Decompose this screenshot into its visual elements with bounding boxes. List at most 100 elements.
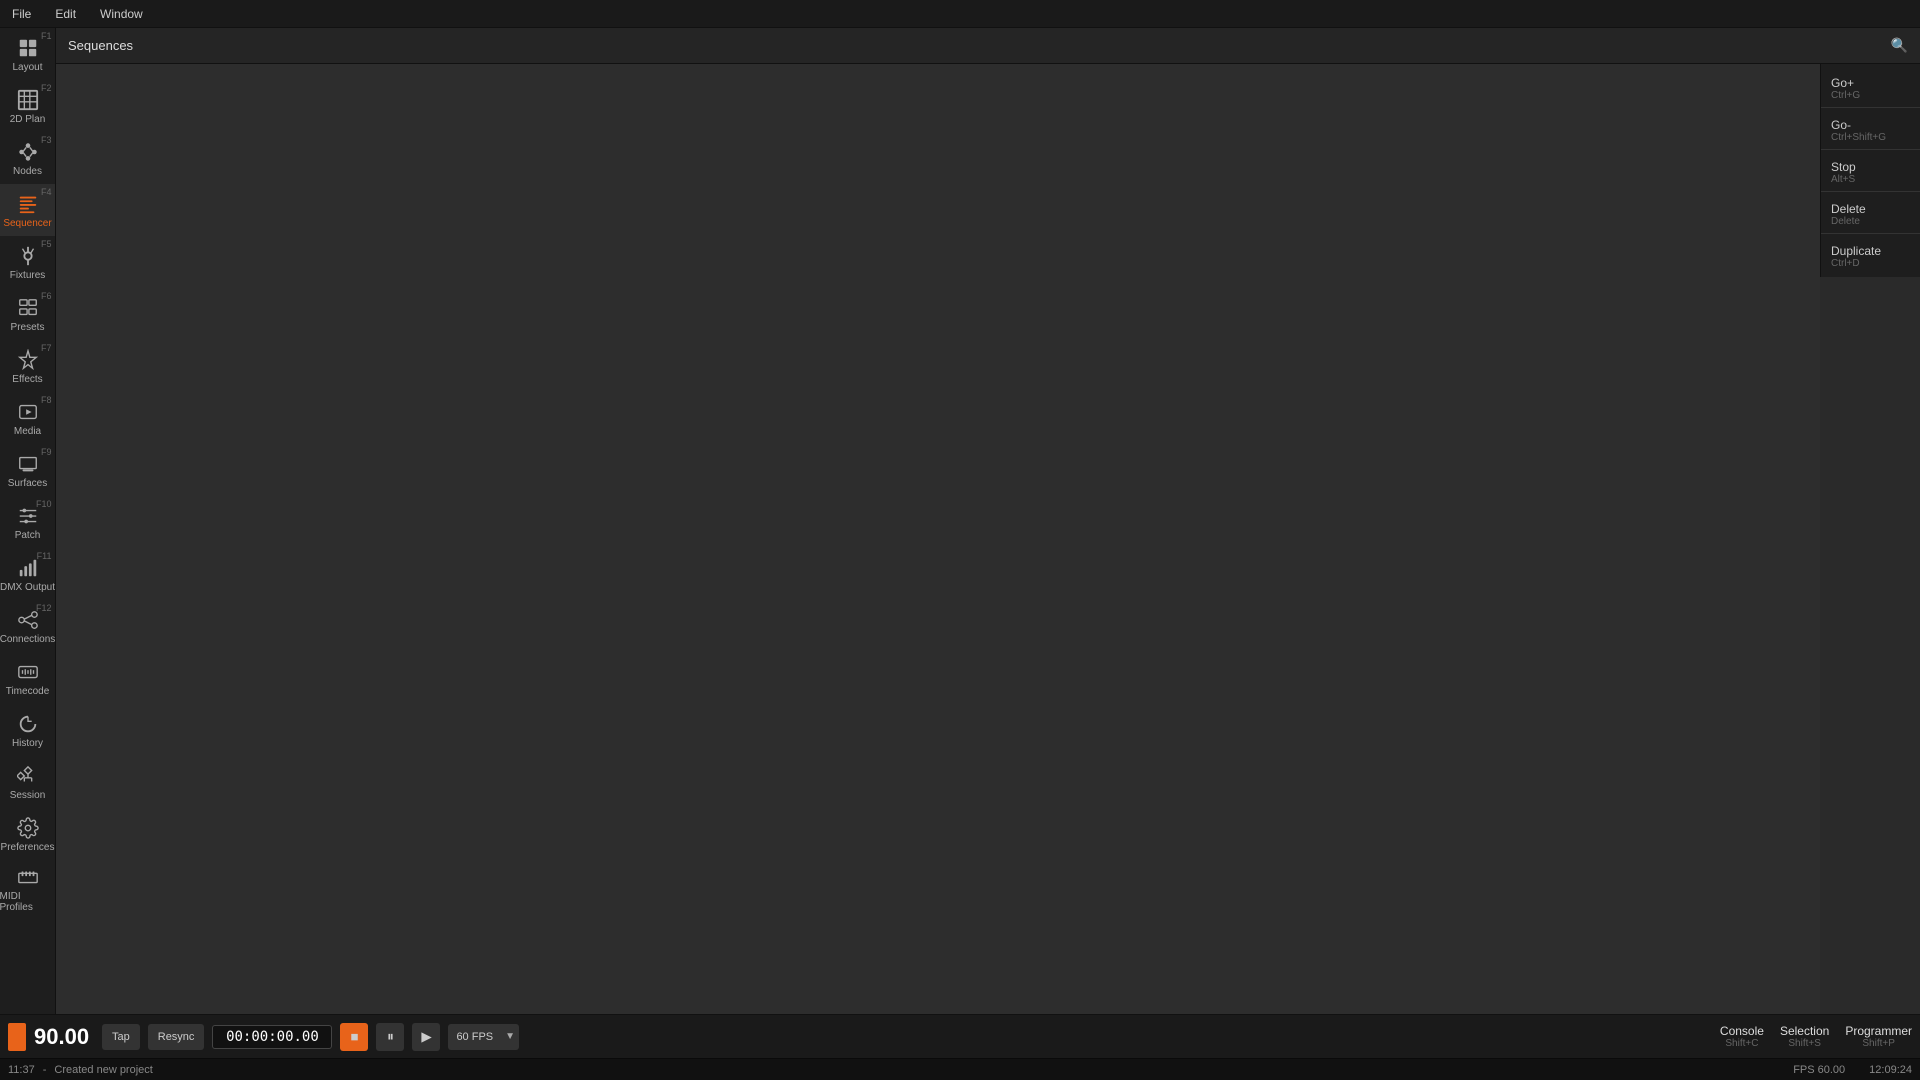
sidebar-item-patch[interactable]: F10 Patch — [0, 496, 56, 548]
divider — [1821, 233, 1920, 234]
programmer-mode-shortcut: Shift+P — [1862, 1038, 1895, 1049]
action-go-plus-label: Go+ — [1831, 76, 1910, 90]
pause-button[interactable]: ⏸ — [376, 1023, 404, 1051]
sidebar-label-nodes: Nodes — [13, 166, 42, 177]
status-time: 11:37 — [8, 1064, 35, 1076]
fkey-label: F3 — [41, 135, 52, 145]
sidebar-label-2dplan: 2D Plan — [10, 114, 46, 125]
menu-window[interactable]: Window — [96, 5, 147, 23]
action-duplicate-label: Duplicate — [1831, 244, 1910, 258]
status-separator: - — [43, 1064, 47, 1076]
sidebar-item-dmx[interactable]: F11 DMX Output — [0, 548, 56, 600]
mode-console[interactable]: Console Shift+C — [1720, 1024, 1764, 1049]
fps-dropdown-btn[interactable]: ▼ — [501, 1031, 519, 1042]
nodes-icon — [17, 141, 39, 163]
action-go-plus[interactable]: Go+ Ctrl+G — [1821, 68, 1920, 105]
sidebar-label-connections: Connections — [0, 634, 55, 645]
sidebar-item-history[interactable]: History — [0, 704, 56, 756]
sidebar-label-patch: Patch — [15, 530, 41, 541]
action-go-minus[interactable]: Go- Ctrl+Shift+G — [1821, 110, 1920, 147]
stop-icon: ■ — [350, 1029, 358, 1044]
fkey-label: F1 — [41, 31, 52, 41]
main-content — [56, 64, 1820, 1036]
sidebar-label-surfaces: Surfaces — [8, 478, 47, 489]
sidebar-item-preferences[interactable]: Preferences — [0, 808, 56, 860]
action-go-plus-shortcut: Ctrl+G — [1831, 90, 1910, 101]
fkey-label: F7 — [41, 343, 52, 353]
clock-status: 12:09:24 — [1869, 1064, 1912, 1076]
play-button[interactable]: ▶ — [412, 1023, 440, 1051]
sidebar-label-history: History — [12, 738, 43, 749]
transport-bar: 90.00 Tap Resync 00:00:00.00 ■ ⏸ ▶ 60 FP… — [0, 1014, 1920, 1058]
sidebar-item-nodes[interactable]: F3 Nodes — [0, 132, 56, 184]
fkey-label: F5 — [41, 239, 52, 249]
right-panel: Go+ Ctrl+G Go- Ctrl+Shift+G Stop Alt+S D… — [1820, 64, 1920, 277]
sidebar-item-2dplan[interactable]: F2 2D Plan — [0, 80, 56, 132]
divider — [1821, 149, 1920, 150]
action-duplicate[interactable]: Duplicate Ctrl+D — [1821, 236, 1920, 273]
stop-button[interactable]: ■ — [340, 1023, 368, 1051]
action-stop-label: Stop — [1831, 160, 1910, 174]
fkey-label: F9 — [41, 447, 52, 457]
sidebar-item-surfaces[interactable]: F9 Surfaces — [0, 444, 56, 496]
resync-button[interactable]: Resync — [148, 1024, 205, 1050]
sidebar-label-sequencer: Sequencer — [3, 218, 51, 229]
action-stop-shortcut: Alt+S — [1831, 174, 1910, 185]
bpm-value: 90.00 — [34, 1024, 94, 1050]
sidebar-item-presets[interactable]: F6 Presets — [0, 288, 56, 340]
sidebar-item-sequencer[interactable]: F4 Sequencer — [0, 184, 56, 236]
action-delete[interactable]: Delete Delete — [1821, 194, 1920, 231]
fkey-label: F6 — [41, 291, 52, 301]
surfaces-icon — [17, 453, 39, 475]
preferences-icon — [17, 817, 39, 839]
bpm-indicator — [8, 1023, 26, 1051]
sidebar-label-preferences: Preferences — [1, 842, 55, 853]
sidebar-item-layout[interactable]: F1 Layout — [0, 28, 56, 80]
fkey-label: F12 — [36, 603, 52, 613]
console-mode-shortcut: Shift+C — [1725, 1038, 1758, 1049]
sidebar-label-layout: Layout — [12, 62, 42, 73]
menu-file[interactable]: File — [8, 5, 35, 23]
layout-icon — [17, 37, 39, 59]
action-go-minus-shortcut: Ctrl+Shift+G — [1831, 132, 1910, 143]
fkey-label: F10 — [36, 499, 52, 509]
midi-icon — [17, 866, 39, 888]
sidebar-label-presets: Presets — [11, 322, 45, 333]
media-icon — [17, 401, 39, 423]
fixtures-icon — [17, 245, 39, 267]
sidebar-label-effects: Effects — [12, 374, 42, 385]
action-go-minus-label: Go- — [1831, 118, 1910, 132]
sidebar-item-timecode[interactable]: Timecode — [0, 652, 56, 704]
timecode-display: 00:00:00.00 — [212, 1025, 332, 1049]
statusbar: 11:37 - Created new project FPS 60.00 12… — [0, 1058, 1920, 1080]
sidebar-item-effects[interactable]: F7 Effects — [0, 340, 56, 392]
selection-mode-label: Selection — [1780, 1024, 1829, 1038]
toolbar: Sequences 🔍 — [56, 28, 1920, 64]
divider — [1821, 191, 1920, 192]
fps-status: FPS 60.00 — [1793, 1064, 1845, 1076]
mode-selection[interactable]: Selection Shift+S — [1780, 1024, 1829, 1049]
sidebar-item-fixtures[interactable]: F5 Fixtures — [0, 236, 56, 288]
sidebar-label-midi: MIDI Profiles — [0, 891, 56, 913]
sidebar-item-media[interactable]: F8 Media — [0, 392, 56, 444]
fkey-label: F8 — [41, 395, 52, 405]
menu-edit[interactable]: Edit — [51, 5, 80, 23]
mode-programmer[interactable]: Programmer Shift+P — [1845, 1024, 1912, 1049]
transport-modes: Console Shift+C Selection Shift+S Progra… — [1720, 1024, 1912, 1049]
search-icon[interactable]: 🔍 — [1891, 37, 1908, 54]
fkey-label: F4 — [41, 187, 52, 197]
action-stop[interactable]: Stop Alt+S — [1821, 152, 1920, 189]
selection-mode-shortcut: Shift+S — [1788, 1038, 1821, 1049]
divider — [1821, 107, 1920, 108]
action-duplicate-shortcut: Ctrl+D — [1831, 258, 1910, 269]
sidebar-item-session[interactable]: Session — [0, 756, 56, 808]
sidebar-item-midi[interactable]: MIDI Profiles — [0, 860, 56, 917]
timecode-icon — [17, 661, 39, 683]
programmer-mode-label: Programmer — [1845, 1024, 1912, 1038]
tap-button[interactable]: Tap — [102, 1024, 140, 1050]
fkey-label: F2 — [41, 83, 52, 93]
action-delete-shortcut: Delete — [1831, 216, 1910, 227]
dmx-icon — [17, 557, 39, 579]
sidebar-item-connections[interactable]: F12 Connections — [0, 600, 56, 652]
menubar: File Edit Window — [0, 0, 1920, 28]
